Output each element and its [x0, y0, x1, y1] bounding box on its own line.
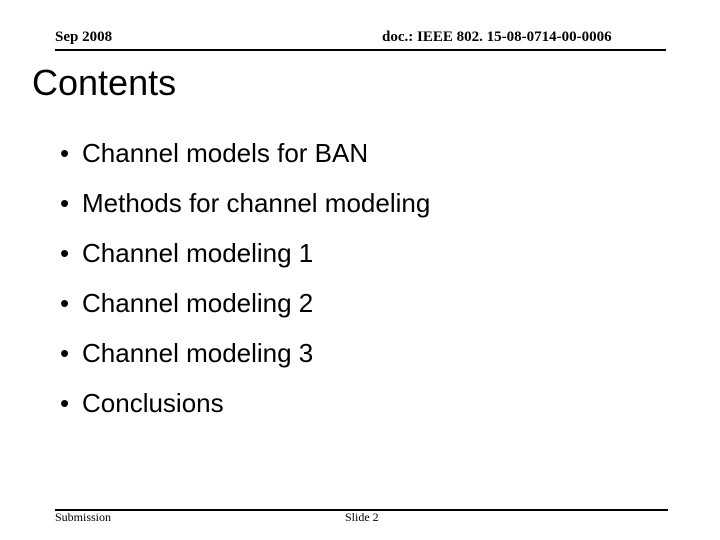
bullet-text: Channel modeling 2 — [82, 288, 314, 318]
bullet-item: • Channel modeling 2 — [60, 283, 430, 333]
header-date: Sep 2008 — [55, 29, 113, 45]
bullet-icon: • — [60, 338, 70, 368]
bullet-text: Channel modeling 3 — [82, 338, 314, 368]
bullet-text: Conclusions — [82, 388, 224, 418]
footer-submission: Submission — [55, 510, 112, 524]
bullet-item: • Methods for channel modeling — [60, 183, 430, 233]
header-doc-id: doc.: IEEE 802. 15-08-0714-00-0006 — [382, 29, 612, 45]
header-rule — [55, 49, 666, 51]
bullet-icon: • — [60, 138, 70, 168]
bullet-text: Channel modeling 1 — [82, 238, 314, 268]
bullet-icon: • — [60, 188, 70, 218]
bullet-text: Channel models for BAN — [82, 138, 369, 168]
bullet-icon: • — [60, 388, 70, 418]
footer-slide-number: Slide 2 — [345, 510, 379, 524]
bullet-item: • Channel models for BAN — [60, 133, 430, 183]
bullet-item: • Channel modeling 3 — [60, 333, 430, 383]
bullet-item: • Channel modeling 1 — [60, 233, 430, 283]
slide-title: Contents — [32, 62, 177, 103]
bullet-icon: • — [60, 238, 70, 268]
bullet-item: • Conclusions — [60, 383, 430, 433]
bullet-text: Methods for channel modeling — [82, 188, 431, 218]
bullet-icon: • — [60, 288, 70, 318]
bullet-list: • Channel models for BAN • Methods for c… — [60, 133, 430, 433]
